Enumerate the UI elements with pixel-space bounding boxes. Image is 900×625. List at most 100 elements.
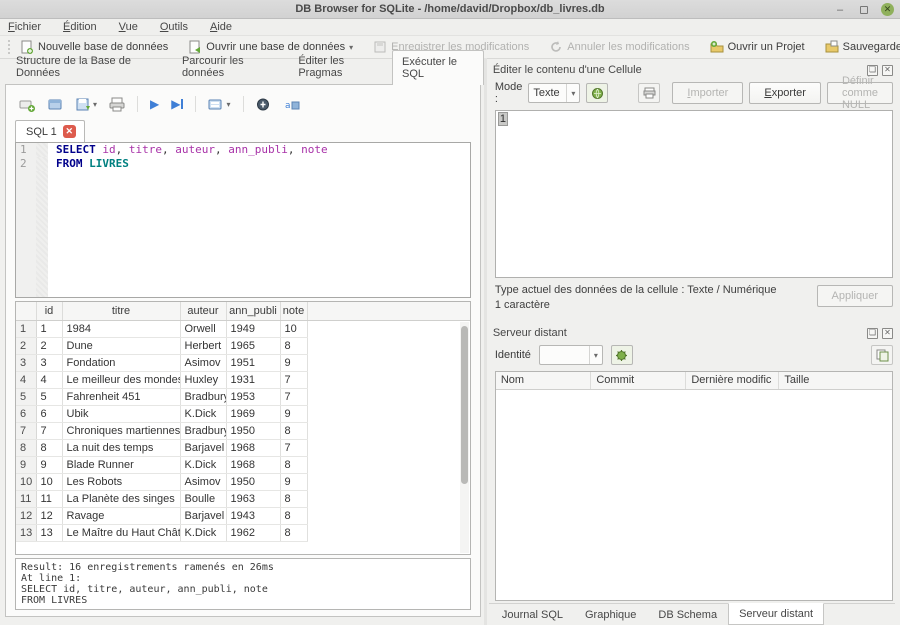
table-cell[interactable]: 9 — [280, 405, 307, 422]
row-number[interactable]: 8 — [16, 439, 36, 456]
table-cell[interactable]: La nuit des temps — [62, 439, 180, 456]
table-cell[interactable]: 1943 — [226, 507, 280, 524]
row-number[interactable]: 5 — [16, 388, 36, 405]
export-results-button[interactable] — [256, 97, 272, 112]
menu-fichier[interactable]: Fichier — [8, 21, 41, 33]
menu-aide[interactable]: Aide — [210, 21, 232, 33]
table-cell[interactable]: Blade Runner — [62, 456, 180, 473]
table-cell[interactable]: Fahrenheit 451 — [62, 388, 180, 405]
apply-button[interactable]: Appliquer — [817, 285, 893, 307]
corner-header[interactable] — [16, 302, 36, 320]
table-cell[interactable]: 1968 — [226, 456, 280, 473]
menu-outils[interactable]: Outils — [160, 21, 188, 33]
row-number[interactable]: 1 — [16, 320, 36, 337]
table-cell[interactable]: 2 — [36, 337, 62, 354]
menu-edition[interactable]: Édition — [63, 21, 97, 33]
table-cell[interactable]: 10 — [280, 320, 307, 337]
table-cell[interactable]: 12 — [36, 507, 62, 524]
table-cell[interactable]: 4 — [36, 371, 62, 388]
table-row[interactable]: 55Fahrenheit 451Bradbury19537 — [16, 388, 470, 405]
table-cell[interactable]: Ravage — [62, 507, 180, 524]
float-panel-button[interactable]: ❏ — [867, 328, 878, 339]
row-number[interactable]: 13 — [16, 524, 36, 541]
table-cell[interactable]: 7 — [280, 388, 307, 405]
table-row[interactable]: 66UbikK.Dick19699 — [16, 405, 470, 422]
remote-col-commit[interactable]: Commit — [591, 372, 686, 389]
col-header-titre[interactable]: titre — [62, 302, 180, 320]
revert-changes-button[interactable]: Annuler les modifications — [543, 38, 695, 56]
close-panel-button[interactable]: ✕ — [882, 328, 893, 339]
remote-col-taille[interactable]: Taille — [779, 372, 892, 389]
table-cell[interactable]: Bradbury — [180, 422, 226, 439]
table-cell[interactable]: 8 — [280, 524, 307, 541]
table-cell[interactable]: 1953 — [226, 388, 280, 405]
table-cell[interactable]: 8 — [280, 490, 307, 507]
sql-code-editor[interactable]: 1SELECT id, titre, auteur, ann_publi, no… — [15, 142, 471, 298]
col-header-ann-publi[interactable]: ann_publi — [226, 302, 280, 320]
tab-pragmas[interactable]: Éditer les Pragmas — [288, 49, 392, 84]
close-panel-button[interactable]: ✕ — [882, 65, 893, 76]
table-cell[interactable]: 1 — [36, 320, 62, 337]
table-cell[interactable]: K.Dick — [180, 405, 226, 422]
col-header-id[interactable]: id — [36, 302, 62, 320]
open-sql-file-button[interactable] — [47, 97, 63, 112]
row-number[interactable]: 12 — [16, 507, 36, 524]
sql-tab-close-button[interactable]: ✕ — [63, 125, 76, 138]
open-project-button[interactable]: Ouvrir un Projet — [704, 38, 811, 56]
table-cell[interactable]: 6 — [36, 405, 62, 422]
format-sql-button[interactable]: a — [284, 97, 300, 112]
results-scrollbar-thumb[interactable] — [461, 326, 468, 484]
results-scrollbar[interactable] — [460, 322, 469, 553]
table-cell[interactable]: K.Dick — [180, 456, 226, 473]
table-cell[interactable]: K.Dick — [180, 524, 226, 541]
col-header-note[interactable]: note — [280, 302, 307, 320]
table-cell[interactable]: 1965 — [226, 337, 280, 354]
table-row[interactable]: 77Chroniques martiennesBradbury19508 — [16, 422, 470, 439]
table-cell[interactable]: Bradbury — [180, 388, 226, 405]
table-row[interactable]: 1111La Planète des singesBoulle19638 — [16, 490, 470, 507]
table-cell[interactable]: 1984 — [62, 320, 180, 337]
table-cell[interactable]: Asimov — [180, 354, 226, 371]
table-cell[interactable]: Fondation — [62, 354, 180, 371]
print-cell-button[interactable] — [638, 83, 660, 103]
remote-col-modif[interactable]: Dernière modific — [686, 372, 779, 389]
import-button[interactable]: Importer — [672, 82, 743, 104]
table-cell[interactable]: 1969 — [226, 405, 280, 422]
table-cell[interactable]: 9 — [36, 456, 62, 473]
table-cell[interactable]: 8 — [280, 507, 307, 524]
table-cell[interactable]: 9 — [280, 354, 307, 371]
identity-select[interactable]: ▾ — [539, 345, 603, 365]
table-cell[interactable]: 8 — [280, 337, 307, 354]
col-header-auteur[interactable]: auteur — [180, 302, 226, 320]
table-cell[interactable]: 1968 — [226, 439, 280, 456]
clone-database-button[interactable] — [871, 345, 893, 365]
table-cell[interactable]: 5 — [36, 388, 62, 405]
row-number[interactable]: 4 — [16, 371, 36, 388]
export-button[interactable]: Exporter — [749, 82, 821, 104]
table-row[interactable]: 22DuneHerbert19658 — [16, 337, 470, 354]
execute-line-button[interactable]: ▶ — [171, 98, 183, 110]
row-number[interactable]: 7 — [16, 422, 36, 439]
menu-vue[interactable]: Vue — [119, 21, 138, 33]
tab-structure[interactable]: Structure de la Base de Données — [6, 49, 172, 84]
table-cell[interactable]: 10 — [36, 473, 62, 490]
sql-tab-1[interactable]: SQL 1 ✕ — [15, 120, 85, 142]
table-cell[interactable]: 7 — [36, 422, 62, 439]
table-row[interactable]: 44Le meilleur des mondesHuxley19317 — [16, 371, 470, 388]
table-cell[interactable]: Ubik — [62, 405, 180, 422]
table-cell[interactable]: Boulle — [180, 490, 226, 507]
row-number[interactable]: 6 — [16, 405, 36, 422]
table-row[interactable]: 1010Les RobotsAsimov19509 — [16, 473, 470, 490]
remote-col-nom[interactable]: Nom — [496, 372, 591, 389]
table-cell[interactable]: 8 — [280, 456, 307, 473]
table-cell[interactable]: Herbert — [180, 337, 226, 354]
table-cell[interactable]: 1950 — [226, 473, 280, 490]
dock-tab-serveur-distant[interactable]: Serveur distant — [728, 603, 824, 625]
table-cell[interactable]: 8 — [36, 439, 62, 456]
set-null-button[interactable]: Définir comme NULL — [827, 82, 893, 104]
table-cell[interactable]: 3 — [36, 354, 62, 371]
execute-all-button[interactable]: ▶ — [150, 98, 159, 110]
row-number[interactable]: 2 — [16, 337, 36, 354]
table-row[interactable]: 1212RavageBarjavel19438 — [16, 507, 470, 524]
table-cell[interactable]: Barjavel — [180, 439, 226, 456]
